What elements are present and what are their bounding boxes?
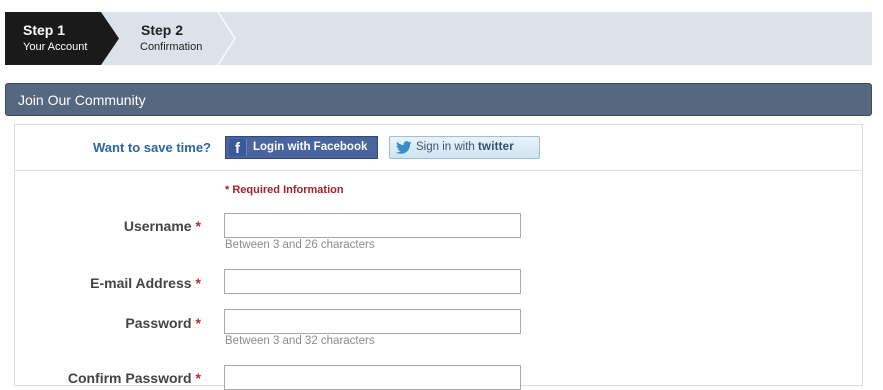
twitter-signin-label: Sign in with twitter <box>416 141 514 153</box>
username-hint: Between 3 and 26 characters <box>225 239 375 251</box>
step-divider-chevron <box>217 12 237 65</box>
required-marker: * <box>195 370 201 386</box>
step-1-title: Step 1 <box>23 22 66 38</box>
step-2-title: Step 2 <box>141 22 184 38</box>
required-marker: * <box>195 218 201 234</box>
username-label-text: Username <box>123 218 192 234</box>
password-label-text: Password <box>125 315 192 331</box>
required-marker: * <box>195 315 201 331</box>
step-2: Step 2 Confirmation <box>123 12 243 65</box>
email-label-text: E-mail Address <box>90 275 192 291</box>
registration-panel: Want to save time? f Login with Facebook… <box>14 124 863 390</box>
password-input[interactable] <box>224 309 521 334</box>
active-step-arrow <box>5 12 119 65</box>
twitter-signin-button[interactable]: Sign in with twitter <box>389 136 540 159</box>
confirm-password-label-text: Confirm Password <box>67 370 192 386</box>
twitter-logo: twitter <box>478 141 514 153</box>
username-input[interactable] <box>224 213 521 238</box>
facebook-icon: f <box>229 139 247 157</box>
step-1-subtitle: Your Account <box>23 41 88 53</box>
save-time-prompt: Want to save time? <box>93 140 211 155</box>
username-label: Username * <box>124 218 201 234</box>
confirm-password-input[interactable] <box>224 365 521 390</box>
twitter-signin-prefix: Sign in with <box>416 141 475 153</box>
social-login-row: Want to save time? f Login with Facebook… <box>15 125 862 171</box>
facebook-login-button[interactable]: f Login with Facebook <box>225 136 378 159</box>
email-input[interactable] <box>224 269 521 294</box>
required-info-note: * Required Information <box>225 184 344 196</box>
email-label: E-mail Address * <box>90 275 201 291</box>
facebook-login-label: Login with Facebook <box>253 141 368 153</box>
required-marker: * <box>195 275 201 291</box>
twitter-bird-icon <box>396 141 412 154</box>
section-header: Join Our Community <box>5 83 872 116</box>
step-1: Step 1 Your Account <box>5 12 123 65</box>
step-2-subtitle: Confirmation <box>140 41 203 53</box>
password-label: Password * <box>125 315 201 331</box>
steps-bar: Step 1 Your Account Step 2 Confirmation <box>5 12 872 65</box>
password-hint: Between 3 and 32 characters <box>225 335 375 347</box>
confirm-password-label: Confirm Password * <box>68 370 201 386</box>
section-title: Join Our Community <box>18 92 146 108</box>
